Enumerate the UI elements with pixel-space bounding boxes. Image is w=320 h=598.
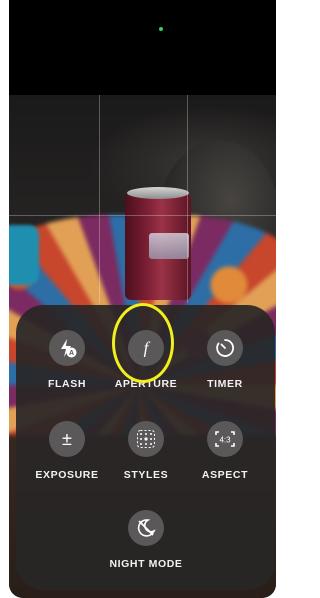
timer-setting[interactable]: TIMER	[185, 330, 265, 390]
aspect-icon[interactable]: 4:3	[207, 421, 243, 457]
exposure-label: EXPOSURE	[35, 469, 99, 481]
exposure-icon[interactable]: ±	[49, 421, 85, 457]
viewfinder-can-label	[149, 233, 189, 259]
timer-icon[interactable]	[207, 330, 243, 366]
exposure-setting[interactable]: ± EXPOSURE	[27, 421, 107, 481]
grid-line-vertical-2	[187, 95, 188, 303]
styles-icon[interactable]	[128, 421, 164, 457]
svg-text:A: A	[69, 350, 74, 357]
grid-line-horizontal-1	[9, 215, 276, 216]
night-mode-label: NIGHT MODE	[109, 558, 183, 570]
viewfinder-can-top	[127, 187, 189, 199]
styles-label: STYLES	[123, 469, 169, 481]
night-mode-setting[interactable]: NIGHT MODE	[106, 510, 186, 570]
flash-label: FLASH	[48, 378, 86, 390]
grid-line-vertical-1	[99, 95, 100, 303]
flash-setting[interactable]: A FLASH	[27, 330, 107, 390]
timer-label: TIMER	[207, 378, 243, 390]
aperture-highlight-ring	[112, 303, 174, 383]
styles-setting[interactable]: STYLES	[106, 421, 186, 481]
aspect-label: ASPECT	[201, 469, 249, 481]
flash-auto-icon[interactable]: A	[49, 330, 85, 366]
camera-in-use-indicator	[159, 27, 163, 31]
aspect-value-text: 4:3	[219, 436, 231, 445]
viewfinder-blue-cloth	[9, 225, 39, 285]
night-mode-off-icon[interactable]	[128, 510, 164, 546]
aspect-setting[interactable]: 4:3 ASPECT	[185, 421, 265, 481]
